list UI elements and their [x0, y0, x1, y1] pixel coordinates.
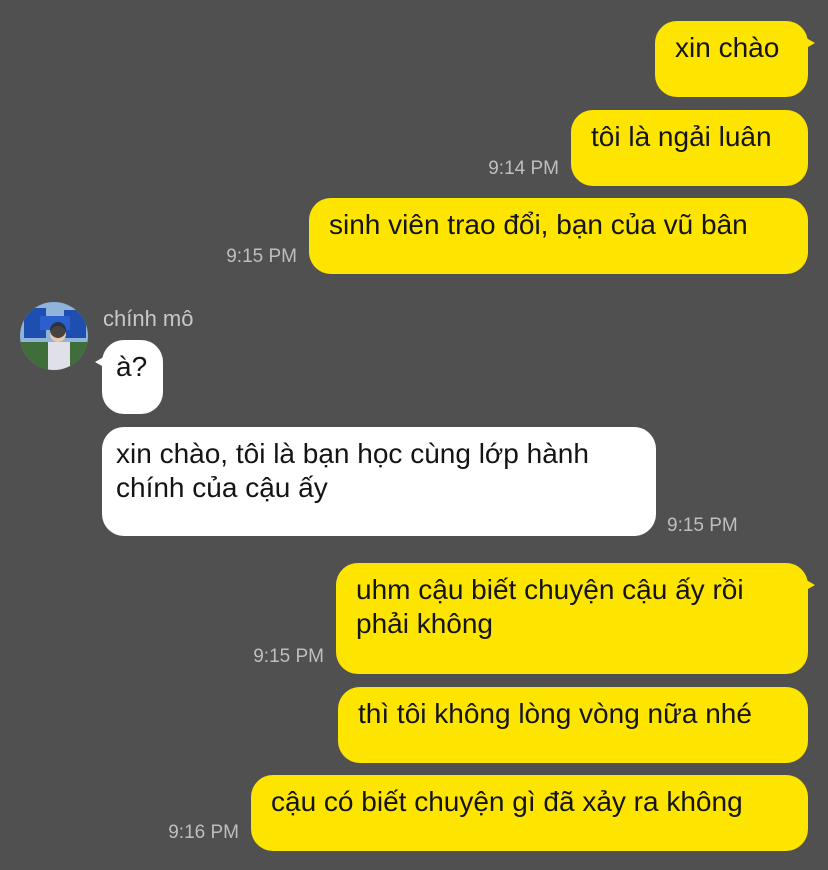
- message-text: tôi là ngải luân: [591, 121, 772, 152]
- message-text: à?: [116, 351, 148, 382]
- message-bubble-outgoing[interactable]: uhm cậu biết chuyện cậu ấy rồi phải khôn…: [336, 563, 815, 674]
- message-bubble-outgoing[interactable]: sinh viên trao đổi, bạn của vũ bân: [309, 198, 808, 274]
- message-bubble-outgoing[interactable]: thì tôi không lòng vòng nữa nhé: [338, 687, 808, 763]
- message-bubble-outgoing[interactable]: xin chào: [655, 21, 815, 97]
- message-bubble-incoming[interactable]: xin chào, tôi là bạn học cùng lớp hành c…: [102, 427, 656, 536]
- message-bubble-outgoing[interactable]: tôi là ngải luân: [571, 110, 808, 186]
- message-text-line: chính của cậu ấy: [116, 472, 328, 503]
- profile-photo-icon: [20, 302, 88, 370]
- message-text: cậu có biết chuyện gì đã xảy ra không: [271, 786, 743, 817]
- message-timestamp: 9:15 PM: [226, 246, 297, 267]
- message-timestamp: 9:15 PM: [253, 646, 324, 667]
- message-bubble-incoming[interactable]: à?: [95, 340, 163, 414]
- message-text-line: phải không: [356, 608, 494, 639]
- avatar[interactable]: [20, 302, 88, 370]
- sender-name: chính mô: [103, 306, 194, 331]
- message-text-line: xin chào, tôi là bạn học cùng lớp hành: [116, 438, 589, 469]
- message-timestamp: 9:16 PM: [168, 822, 239, 843]
- message-text: xin chào: [675, 32, 780, 63]
- message-bubble-outgoing[interactable]: cậu có biết chuyện gì đã xảy ra không: [251, 775, 808, 851]
- bubble-tail: [801, 577, 815, 593]
- message-text: thì tôi không lòng vòng nữa nhé: [358, 698, 752, 729]
- message-timestamp: 9:14 PM: [488, 158, 559, 179]
- bubble-tail: [801, 35, 815, 51]
- message-timestamp: 9:15 PM: [667, 515, 738, 536]
- bubble-tail: [95, 354, 109, 370]
- message-text-line: uhm cậu biết chuyện cậu ấy rồi: [356, 574, 744, 605]
- message-text: sinh viên trao đổi, bạn của vũ bân: [329, 209, 748, 240]
